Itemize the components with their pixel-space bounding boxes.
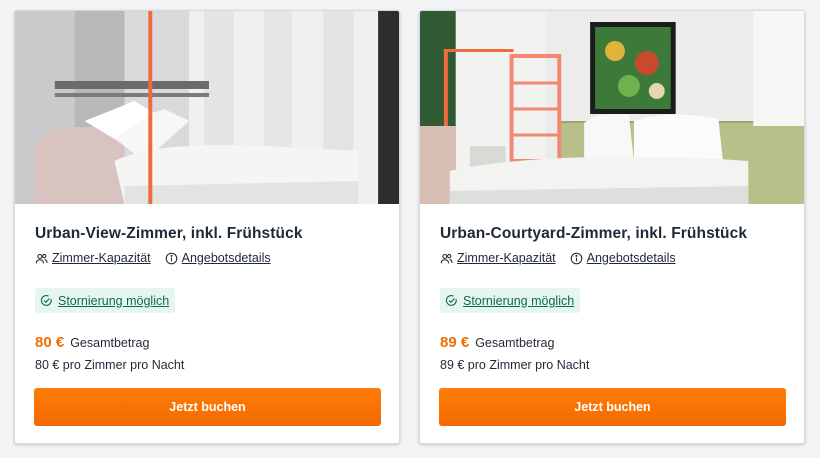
cancellation-label: Stornierung möglich: [463, 293, 575, 308]
info-circle-icon: [165, 252, 177, 264]
price-label: Gesamtbetrag: [475, 336, 555, 350]
room-photo[interactable]: [15, 11, 399, 204]
check-circle-icon: [445, 295, 457, 306]
offer-details-link[interactable]: Angebotsdetails: [165, 251, 271, 265]
price-per-night: 80 € pro Zimmer pro Nacht: [35, 358, 185, 372]
people-icon: [440, 253, 453, 263]
room-capacity-label: Zimmer-Kapazität: [457, 251, 556, 265]
room-capacity-label: Zimmer-Kapazität: [52, 251, 151, 265]
book-now-button[interactable]: Jetzt buchen: [34, 388, 381, 426]
cancellation-badge[interactable]: Stornierung möglich: [440, 288, 581, 313]
cancellation-label: Stornierung möglich: [58, 293, 170, 308]
room-title: Urban-Courtyard-Zimmer, inkl. Frühstück: [440, 225, 748, 242]
price-per-night: 89 € pro Zimmer pro Nacht: [440, 358, 590, 372]
room-photo[interactable]: [420, 11, 804, 204]
price-label: Gesamtbetrag: [70, 336, 150, 350]
people-icon: [35, 253, 48, 263]
total-price: 80 € Gesamtbetrag: [35, 334, 149, 351]
total-price: 89 € Gesamtbetrag: [440, 334, 554, 351]
price-amount: 80 €: [35, 334, 65, 351]
room-capacity-link[interactable]: Zimmer-Kapazität: [35, 251, 151, 265]
cancellation-badge[interactable]: Stornierung möglich: [35, 288, 176, 313]
room-card-urban-courtyard: Urban-Courtyard-Zimmer, inkl. Frühstück …: [419, 10, 805, 444]
room-card-urban-view: Urban-View-Zimmer, inkl. Frühstück Zimme…: [14, 10, 400, 444]
book-now-button[interactable]: Jetzt buchen: [439, 388, 786, 426]
offer-details-link[interactable]: Angebotsdetails: [570, 251, 676, 265]
check-circle-icon: [40, 295, 52, 306]
price-amount: 89 €: [440, 334, 470, 351]
offer-details-label: Angebotsdetails: [181, 251, 271, 265]
room-capacity-link[interactable]: Zimmer-Kapazität: [440, 251, 556, 265]
room-title: Urban-View-Zimmer, inkl. Frühstück: [35, 225, 303, 242]
info-circle-icon: [570, 252, 582, 264]
offer-details-label: Angebotsdetails: [586, 251, 676, 265]
